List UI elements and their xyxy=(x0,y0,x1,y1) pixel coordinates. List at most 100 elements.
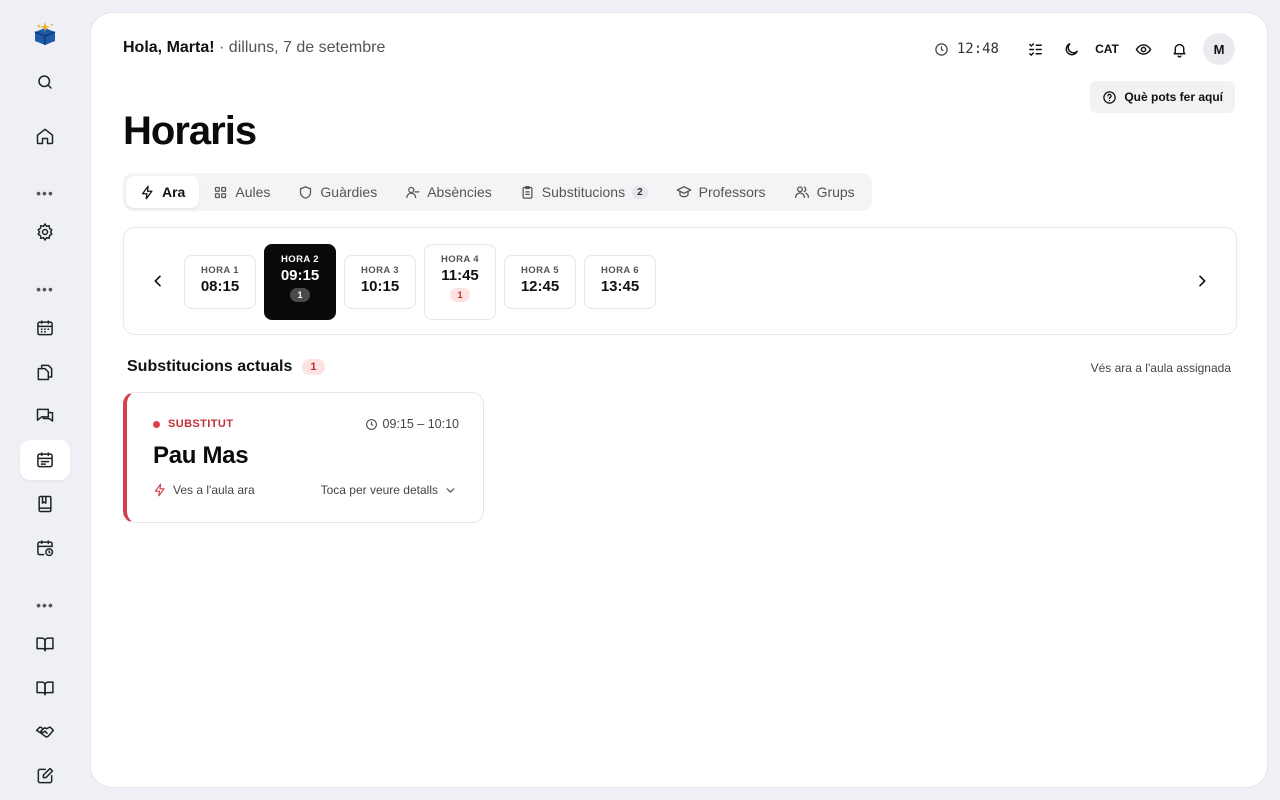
calendar-list-icon xyxy=(37,452,53,468)
open-book-icon xyxy=(36,637,54,652)
top-toolbar: 12:48 CAT M xyxy=(934,33,1235,65)
substitution-role: SUBSTITUT xyxy=(153,418,233,430)
hour-slot[interactable]: HORA 5 12:45 xyxy=(504,255,576,309)
bolt-icon xyxy=(154,483,165,497)
hour-time: 13:45 xyxy=(600,278,640,295)
main-panel: Hola, Marta! · dilluns, 7 de setembre 12… xyxy=(90,12,1268,788)
tab-substitucions[interactable]: Substitucions 2 xyxy=(506,176,662,208)
hours-selector: HORA 1 08:15 HORA 2 09:15 1 HORA 3 10:15… xyxy=(123,227,1237,335)
greeting: Hola, Marta! · dilluns, 7 de setembre xyxy=(123,39,385,57)
tab-label: Guàrdies xyxy=(320,184,378,200)
app-logo-icon[interactable] xyxy=(25,16,65,52)
tab-ara[interactable]: Ara xyxy=(126,176,200,208)
tab-bar: Ara Aules Guàrdies Absències Substitucio… xyxy=(123,173,872,211)
shield-icon xyxy=(300,185,312,199)
clock: 12:48 xyxy=(934,41,999,57)
search-icon xyxy=(38,75,52,89)
hour-time: 11:45 xyxy=(441,267,479,284)
hour-slot-active[interactable]: HORA 2 09:15 1 xyxy=(264,244,336,320)
sidebar-agreements[interactable] xyxy=(20,712,70,752)
clock-icon xyxy=(935,42,948,56)
chevron-right-icon xyxy=(1199,275,1206,287)
tab-label: Ara xyxy=(162,184,186,200)
sidebar-search[interactable] xyxy=(20,62,70,102)
view-details-toggle[interactable]: Toca per veure detalls xyxy=(321,483,457,497)
tab-label: Grups xyxy=(816,184,855,200)
user-minus-icon xyxy=(406,186,420,198)
open-book-icon xyxy=(36,681,54,696)
time-range: 09:15 – 10:10 xyxy=(382,417,459,431)
moon-icon xyxy=(1065,42,1078,55)
dark-mode-button[interactable] xyxy=(1053,33,1089,65)
section-title: Substitucions actuals 1 xyxy=(127,358,325,376)
hour-slot[interactable]: HORA 1 08:15 xyxy=(184,255,256,309)
sidebar-settings[interactable] xyxy=(20,212,70,252)
help-button[interactable]: Què pots fer aquí xyxy=(1090,81,1235,113)
home-icon xyxy=(36,128,54,145)
clock-time: 12:48 xyxy=(956,41,999,57)
clock-icon xyxy=(365,418,377,430)
greeting-date: · dilluns, 7 de setembre xyxy=(219,39,386,56)
tab-professors[interactable]: Professors xyxy=(662,176,780,208)
tab-label: Absències xyxy=(427,184,492,200)
sidebar-book-2[interactable] xyxy=(20,668,70,708)
teacher-name: Pau Mas xyxy=(153,442,249,469)
substitution-card[interactable]: SUBSTITUT 09:15 – 10:10 Pau Mas Ves a l'… xyxy=(123,392,484,523)
substitution-time: 09:15 – 10:10 xyxy=(365,417,459,431)
go-to-assigned-room-link[interactable]: Vés ara a l'aula assignada xyxy=(1091,361,1231,375)
chevron-left-icon xyxy=(154,275,161,287)
page-title: Horaris xyxy=(123,109,257,153)
sidebar-messages[interactable] xyxy=(20,396,70,436)
tab-grups[interactable]: Grups xyxy=(780,176,869,208)
hour-time: 08:15 xyxy=(200,278,240,295)
sidebar-calendar[interactable] xyxy=(20,308,70,348)
sidebar-calendar-clock[interactable] xyxy=(20,528,70,568)
tab-aules[interactable]: Aules xyxy=(199,176,284,208)
users-icon xyxy=(794,186,809,198)
bolt-icon xyxy=(141,185,153,199)
gear-icon xyxy=(37,222,53,242)
hour-label: HORA 5 xyxy=(521,265,559,276)
next-hour-button[interactable] xyxy=(1187,266,1217,296)
calendar-icon xyxy=(37,320,53,336)
sidebar-book[interactable] xyxy=(20,624,70,664)
handshake-icon xyxy=(35,726,55,738)
sidebar: ••• ••• ••• xyxy=(0,0,90,800)
bell-icon xyxy=(1172,43,1186,58)
hour-alert-badge: 1 xyxy=(450,288,470,302)
section-count-badge: 1 xyxy=(302,359,325,375)
clipboard-icon xyxy=(522,185,533,199)
prev-hour-button[interactable] xyxy=(143,266,173,296)
go-to-room-action[interactable]: Ves a l'aula ara xyxy=(153,483,255,497)
details-label: Toca per veure detalls xyxy=(320,483,438,497)
hour-label: HORA 6 xyxy=(601,265,639,276)
tab-absencies[interactable]: Absències xyxy=(391,176,506,208)
sidebar-edit[interactable] xyxy=(20,756,70,796)
hour-time: 09:15 xyxy=(280,267,320,284)
greeting-name: Hola, Marta! xyxy=(123,39,215,56)
hour-slot[interactable]: HORA 6 13:45 xyxy=(584,255,656,309)
edit-note-icon xyxy=(37,767,54,784)
notifications-button[interactable] xyxy=(1161,33,1197,65)
sidebar-documents[interactable] xyxy=(20,352,70,392)
tasks-button[interactable] xyxy=(1017,33,1053,65)
help-button-label: Què pots fer aquí xyxy=(1124,90,1223,104)
hour-label: HORA 3 xyxy=(361,265,399,276)
language-button[interactable]: CAT xyxy=(1089,33,1125,65)
tab-label: Aules xyxy=(235,184,271,200)
tab-guardies[interactable]: Guàrdies xyxy=(284,176,391,208)
sidebar-home[interactable] xyxy=(20,116,70,156)
hour-label: HORA 2 xyxy=(281,254,319,265)
grid-icon xyxy=(215,186,227,198)
hour-slot[interactable]: HORA 4 11:45 1 xyxy=(424,244,496,320)
hour-slot[interactable]: HORA 3 10:15 xyxy=(344,255,416,309)
sidebar-schedules[interactable] xyxy=(20,440,70,480)
tab-label: Substitucions xyxy=(541,184,626,200)
sidebar-notebook[interactable] xyxy=(20,484,70,524)
notebook-icon xyxy=(38,495,52,513)
sidebar-separator-dots: ••• xyxy=(36,281,54,297)
visibility-button[interactable] xyxy=(1125,33,1161,65)
copy-documents-icon xyxy=(37,364,53,381)
avatar[interactable]: M xyxy=(1203,33,1235,65)
status-dot xyxy=(153,420,160,428)
